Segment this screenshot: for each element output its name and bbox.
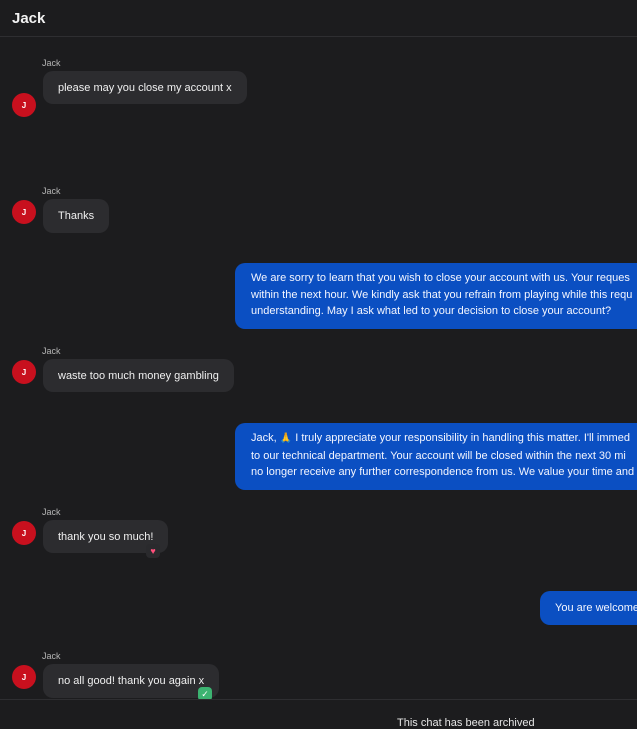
sender-name: Jack <box>42 58 61 68</box>
message-bubble[interactable]: please may you close my account x <box>43 71 247 104</box>
avatar[interactable]: J <box>12 93 36 117</box>
chat-title: Jack <box>12 9 46 27</box>
message-line: to our technical department. Your accoun… <box>251 449 626 462</box>
message-text: Jack, <box>251 432 280 444</box>
message-bubble[interactable]: Thanks <box>43 199 110 233</box>
chat-header: Jack <box>0 0 637 37</box>
message-line: no longer receive any further correspond… <box>251 466 635 478</box>
archived-notice: This chat has been archived <box>397 717 535 729</box>
avatar[interactable]: J <box>12 665 36 689</box>
check-reaction-icon[interactable]: ✓ <box>198 687 212 699</box>
message-thread[interactable]: Jack J please may you close my account x… <box>0 37 637 699</box>
outgoing-message-bubble[interactable]: You are welcome <box>540 591 637 625</box>
heart-reaction-icon[interactable]: ♥ <box>146 544 160 558</box>
message-bubble[interactable]: no all good! thank you again x <box>43 664 220 698</box>
avatar[interactable]: J <box>12 360 36 384</box>
message-line: understanding. May I ask what led to you… <box>251 305 612 317</box>
avatar[interactable]: J <box>12 521 36 545</box>
avatar[interactable]: J <box>12 200 36 224</box>
sender-name: Jack <box>42 651 61 661</box>
message-line: We are sorry to learn that you wish to c… <box>251 272 630 284</box>
outgoing-message-bubble[interactable]: We are sorry to learn that you wish to c… <box>235 263 637 329</box>
chat-footer: This chat has been archived <box>0 699 637 729</box>
praying-hands-icon: 🙏 <box>279 433 293 444</box>
message-line: within the next hour. We kindly ask that… <box>251 288 633 301</box>
sender-name: Jack <box>42 346 61 356</box>
sender-name: Jack <box>42 507 61 517</box>
sender-name: Jack <box>42 186 61 196</box>
message-text: I truly appreciate your responsibility i… <box>292 432 630 444</box>
outgoing-message-bubble[interactable]: Jack, 🙏 I truly appreciate your responsi… <box>235 423 637 490</box>
message-bubble[interactable]: waste too much money gambling <box>43 359 234 392</box>
message-line: Jack, 🙏 I truly appreciate your responsi… <box>251 430 637 448</box>
